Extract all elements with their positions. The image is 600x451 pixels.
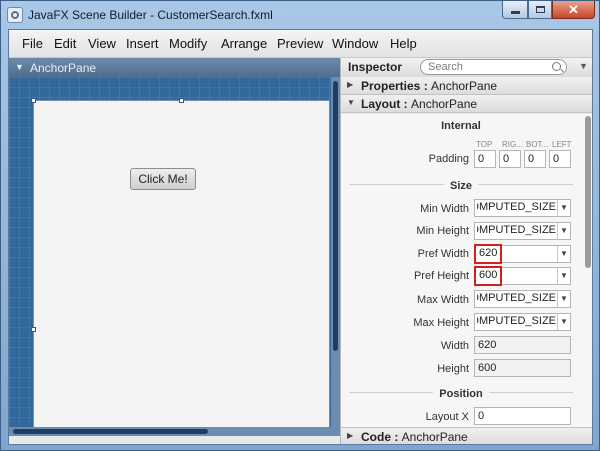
search-placeholder: Search: [428, 61, 463, 73]
horizontal-scroll-thumb[interactable]: [13, 429, 208, 434]
padding-bottom-field[interactable]: 0: [524, 150, 546, 168]
width-label: Width: [440, 340, 469, 352]
expand-arrow-icon: ▶: [347, 431, 354, 440]
minimize-button[interactable]: [502, 1, 528, 19]
width-readonly-field: 620: [474, 336, 571, 354]
menu-arrange[interactable]: Arrange: [221, 36, 267, 51]
window-title: JavaFX Scene Builder - CustomerSearch.fx…: [28, 8, 273, 22]
min-width-label: Min Width: [420, 203, 469, 215]
inspector-title: Inspector: [348, 60, 403, 74]
dropdown-arrow-icon[interactable]: ▼: [557, 246, 570, 262]
anchor-pane[interactable]: Click Me!: [33, 100, 330, 429]
section-layout-target: AnchorPane: [411, 97, 478, 111]
close-icon: ✕: [568, 2, 579, 17]
height-label: Height: [437, 363, 469, 375]
inspector-panel: Inspector Search ▼ ▶ Properties : Anchor…: [340, 58, 592, 444]
section-code-target: AnchorPane: [401, 430, 468, 444]
canvas-header[interactable]: ▼ AnchorPane: [9, 58, 340, 77]
design-canvas[interactable]: Click Me!: [9, 77, 340, 436]
menu-preview[interactable]: Preview: [277, 36, 323, 51]
dropdown-arrow-icon[interactable]: ▼: [557, 268, 570, 284]
padding-header-left: LEFT: [552, 140, 572, 149]
scene-builder-app-icon[interactable]: [7, 7, 23, 23]
group-internal-title: Internal: [435, 120, 487, 132]
padding-top-field[interactable]: 0: [474, 150, 496, 168]
client-area: File Edit View Insert Modify Arrange Pre…: [8, 29, 593, 445]
dropdown-arrow-icon[interactable]: ▼: [557, 200, 570, 216]
pref-height-field[interactable]: 600: [474, 266, 502, 286]
padding-label: Padding: [428, 153, 469, 165]
layout-properties: Internal TOP RIG... BOT... LEFT Padding …: [341, 114, 592, 427]
section-code-label: Code: [361, 430, 391, 444]
padding-header-top: TOP: [476, 140, 493, 149]
properties-scroll-thumb[interactable]: [585, 116, 591, 268]
padding-right-field[interactable]: 0: [499, 150, 521, 168]
app-window: JavaFX Scene Builder - CustomerSearch.fx…: [0, 0, 600, 451]
group-size-title: Size: [443, 180, 478, 192]
maximize-icon: [535, 6, 545, 13]
canvas-horizontal-scrollbar[interactable]: [9, 427, 331, 436]
min-height-combo[interactable]: USE_COMPUTED_SIZE ▼: [474, 222, 571, 240]
min-width-combo[interactable]: USE_COMPUTED_SIZE ▼: [474, 199, 571, 217]
minimize-icon: [510, 11, 520, 14]
menu-edit[interactable]: Edit: [54, 36, 76, 51]
dropdown-arrow-icon[interactable]: ▼: [557, 223, 570, 239]
section-layout-label: Layout: [361, 97, 401, 111]
menu-bar: File Edit View Insert Modify Arrange Pre…: [9, 30, 592, 58]
title-bar[interactable]: JavaFX Scene Builder - CustomerSearch.fx…: [1, 1, 599, 29]
section-layout[interactable]: ▼ Layout : AnchorPane: [341, 95, 592, 113]
collapse-triangle-icon[interactable]: ▼: [15, 62, 24, 72]
height-readonly-field: 600: [474, 359, 571, 377]
pref-width-label: Pref Width: [417, 248, 469, 260]
group-position: Position: [341, 386, 581, 400]
pref-height-label: Pref Height: [413, 270, 469, 282]
padding-header-right: RIG...: [502, 140, 523, 149]
inspector-menu-icon[interactable]: ▼: [579, 61, 588, 71]
maximize-button[interactable]: [528, 1, 552, 19]
padding-header-bottom: BOT...: [526, 140, 549, 149]
dropdown-arrow-icon[interactable]: ▼: [557, 314, 570, 330]
collapse-arrow-icon: ▼: [347, 98, 355, 107]
min-width-value: USE_COMPUTED_SIZE: [477, 201, 556, 213]
close-button[interactable]: ✕: [552, 1, 595, 19]
group-position-title: Position: [433, 388, 489, 400]
max-width-label: Max Width: [417, 294, 469, 306]
click-me-button[interactable]: Click Me!: [130, 168, 196, 190]
group-size: Size: [341, 178, 581, 192]
min-height-value: USE_COMPUTED_SIZE: [477, 224, 556, 236]
max-height-value: USE_COMPUTED_SIZE: [477, 315, 556, 327]
layout-x-field[interactable]: 0: [474, 407, 571, 425]
menu-file[interactable]: File: [22, 36, 43, 51]
max-height-combo[interactable]: USE_COMPUTED_SIZE ▼: [474, 313, 571, 331]
menu-insert[interactable]: Insert: [126, 36, 159, 51]
dropdown-arrow-icon[interactable]: ▼: [557, 291, 570, 307]
menu-modify[interactable]: Modify: [169, 36, 207, 51]
vertical-scroll-thumb[interactable]: [333, 81, 338, 351]
section-properties-label: Properties: [361, 79, 421, 93]
section-properties-target: AnchorPane: [431, 79, 498, 93]
max-width-combo[interactable]: USE_COMPUTED_SIZE ▼: [474, 290, 571, 308]
layout-x-label: Layout X: [425, 411, 469, 423]
menu-window[interactable]: Window: [332, 36, 378, 51]
window-controls: ✕: [502, 1, 595, 21]
resize-handle-top-center[interactable]: [179, 98, 184, 103]
canvas-header-label: AnchorPane: [30, 61, 97, 75]
max-height-label: Max Height: [413, 317, 469, 329]
section-code[interactable]: ▶ Code : AnchorPane: [341, 427, 592, 444]
expand-arrow-icon: ▶: [347, 80, 354, 89]
menu-view[interactable]: View: [88, 36, 116, 51]
section-properties[interactable]: ▶ Properties : AnchorPane: [341, 77, 592, 95]
menu-help[interactable]: Help: [390, 36, 417, 51]
resize-handle-top-left[interactable]: [31, 98, 36, 103]
padding-left-field[interactable]: 0: [549, 150, 571, 168]
resize-handle-middle-left[interactable]: [31, 327, 36, 332]
pref-width-field[interactable]: 620: [474, 244, 502, 264]
inspector-header: Inspector Search ▼: [341, 58, 592, 78]
max-width-value: USE_COMPUTED_SIZE: [477, 292, 556, 304]
search-icon: [552, 62, 561, 71]
min-height-label: Min Height: [416, 225, 469, 237]
canvas-vertical-scrollbar[interactable]: [331, 77, 340, 436]
inspector-search-input[interactable]: Search: [420, 59, 567, 75]
group-internal: Internal: [341, 118, 581, 132]
